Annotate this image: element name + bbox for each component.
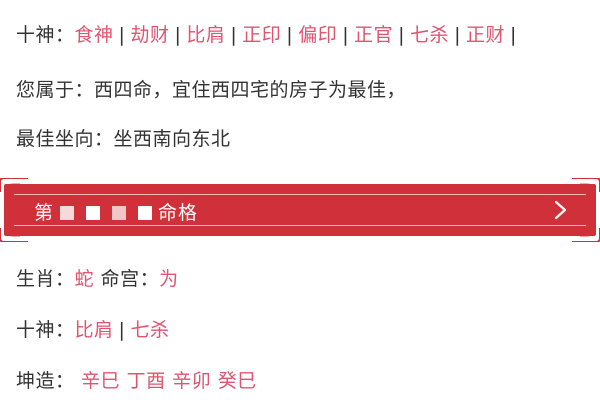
- minggong-label: 命宫：: [100, 268, 160, 290]
- shishen-item-bijian[interactable]: 比肩: [186, 24, 225, 46]
- shishen-item-pianyin[interactable]: 偏印: [298, 24, 337, 46]
- redaction-mosaic: [138, 206, 153, 220]
- divider: |: [230, 24, 238, 46]
- divider: |: [118, 319, 126, 341]
- shishen-item-zhengcai[interactable]: 正财: [466, 24, 505, 46]
- divider: |: [342, 24, 350, 46]
- banner-inner-border: [14, 225, 586, 226]
- banner-title-prefix: 第: [34, 202, 55, 224]
- divider: |: [174, 24, 182, 46]
- banner-title-suffix: 命格: [158, 202, 199, 224]
- kunzao-line: 坤造： 辛巳 丁酉 辛卯 癸巳: [16, 366, 257, 393]
- shishen-item-shishen[interactable]: 食神: [75, 24, 114, 46]
- shishen-line: 十神：食神 | 劫财 | 比肩 | 正印 | 偏印 | 正官 | 七杀 | 正财 |: [16, 20, 522, 47]
- shishen2-item-qisha[interactable]: 七杀: [130, 319, 169, 341]
- best-direction-line: 最佳坐向：坐西南向东北: [16, 128, 231, 150]
- divider: |: [509, 24, 517, 46]
- pillar-year[interactable]: 辛巳: [81, 370, 120, 392]
- redaction-mosaic: [60, 206, 75, 220]
- minggong-value[interactable]: 为: [159, 268, 179, 290]
- pillar-hour[interactable]: 癸巳: [218, 370, 257, 392]
- chevron-right-icon[interactable]: [550, 199, 570, 221]
- mingge-banner[interactable]: 第 命格: [0, 178, 600, 242]
- shishen-label: 十神：: [16, 24, 75, 46]
- shishen-item-zhengguan[interactable]: 正官: [354, 24, 393, 46]
- shishen2-item-bijian[interactable]: 比肩: [75, 319, 114, 341]
- shishen2-line: 十神：比肩 | 七杀: [16, 315, 169, 342]
- divider: |: [398, 24, 406, 46]
- shishen-item-jiecai[interactable]: 劫财: [130, 24, 169, 46]
- redaction-mosaic: [86, 206, 101, 220]
- banner-inner-border: [14, 194, 586, 195]
- shengxiao-label: 生肖：: [16, 268, 75, 290]
- kunzao-label: 坤造：: [16, 370, 75, 392]
- pillar-day[interactable]: 辛卯: [172, 370, 211, 392]
- divider: |: [118, 24, 126, 46]
- shengxiao-value[interactable]: 蛇: [75, 268, 95, 290]
- shishen-item-qisha[interactable]: 七杀: [410, 24, 449, 46]
- shishen-item-zhengyin[interactable]: 正印: [242, 24, 281, 46]
- banner-body: 第 命格: [4, 184, 596, 236]
- banner-title: 第 命格: [34, 198, 198, 225]
- redaction-mosaic: [112, 206, 127, 220]
- divider: |: [286, 24, 294, 46]
- belongs-line: 您属于：西四命，宜住西四宅的房子为最佳，: [16, 79, 407, 101]
- shishen2-label: 十神：: [16, 319, 75, 341]
- zodiac-line: 生肖：蛇 命宫：为: [16, 264, 179, 291]
- divider: |: [454, 24, 461, 46]
- pillar-month[interactable]: 丁酉: [127, 370, 166, 392]
